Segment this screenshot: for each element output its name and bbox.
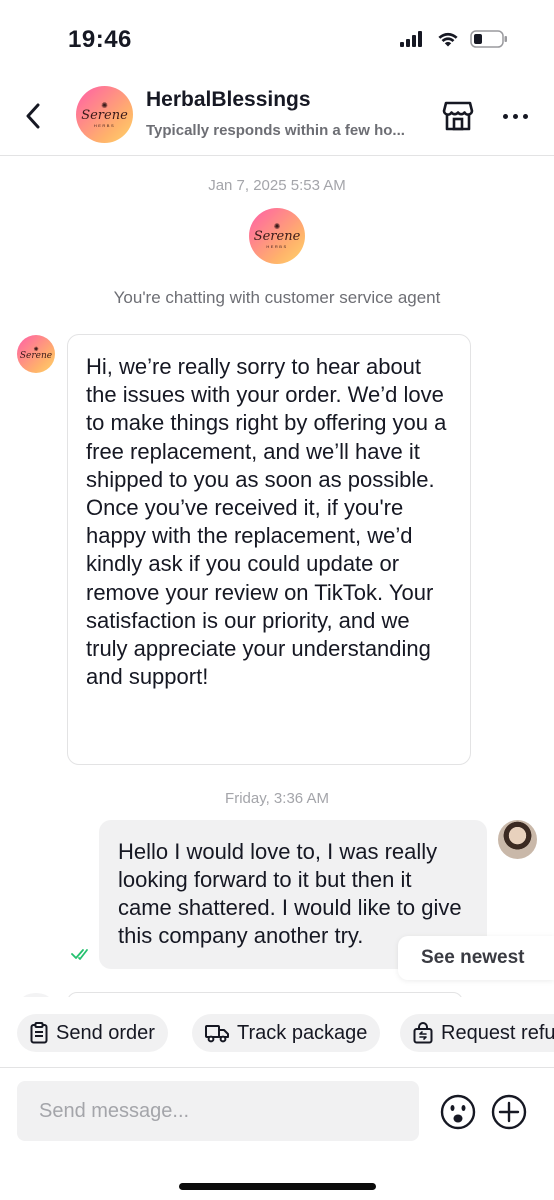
message-input[interactable] [17, 1081, 419, 1141]
logo-text: Serene [19, 351, 53, 361]
more-horizontal-icon [502, 113, 508, 119]
timestamp: Friday, 3:36 AM [225, 790, 329, 807]
add-attachment-button[interactable] [491, 1094, 527, 1130]
chat-header: ✺ Serene HERBS HerbalBlessings Typically… [0, 80, 554, 156]
more-options-button[interactable] [497, 102, 533, 130]
logo-text: Serene [81, 107, 128, 123]
agent-avatar[interactable]: ✺ Serene [17, 335, 55, 373]
status-time: 19:46 [68, 26, 132, 53]
logo-text: Serene [253, 229, 301, 244]
see-newest-button[interactable]: See newest [398, 936, 554, 980]
back-button[interactable] [18, 98, 48, 134]
status-icons [400, 30, 508, 48]
track-package-chip[interactable]: Track package [192, 1014, 381, 1052]
send-order-label: Send order [56, 1021, 155, 1044]
shop-name[interactable]: HerbalBlessings [146, 88, 311, 112]
message-bubble-partial [67, 992, 463, 997]
logo-subtext: HERBS [266, 244, 288, 249]
shop-response-time: Typically responds within a few ho... [146, 122, 405, 139]
request-refund-chip[interactable]: Request refund [400, 1014, 554, 1052]
shop-avatar-center: ✺ Serene HERBS [249, 208, 305, 264]
battery-low-icon [470, 30, 507, 48]
logo-subtext: HERBS [93, 122, 116, 128]
truck-icon [205, 1025, 229, 1043]
emoji-button[interactable] [440, 1094, 476, 1130]
emoji-icon [440, 1094, 476, 1130]
system-note: You're chatting with customer service ag… [113, 288, 441, 307]
wifi-icon [438, 32, 458, 47]
refund-bag-icon [413, 1022, 433, 1044]
agent-message-bubble[interactable]: Hi, we’re really sorry to hear about the… [67, 334, 471, 765]
timestamp: Jan 7, 2025 5:53 AM [208, 177, 346, 194]
chat-thread[interactable]: Jan 7, 2025 5:53 AM ✺ Serene HERBS You'r… [0, 157, 554, 997]
double-check-icon [71, 949, 88, 960]
storefront-icon [442, 101, 474, 131]
plus-circle-icon [491, 1094, 527, 1130]
status-bar: 19:46 [0, 0, 554, 80]
agent-avatar-partial [20, 993, 52, 997]
store-button[interactable] [440, 98, 476, 134]
cellular-signal-icon [400, 31, 422, 47]
message-composer [0, 1067, 554, 1200]
request-refund-label: Request refund [441, 1021, 554, 1044]
clipboard-icon [30, 1022, 48, 1044]
shop-avatar[interactable]: ✺ Serene HERBS [76, 86, 133, 143]
user-avatar[interactable] [498, 820, 537, 859]
chevron-left-icon [26, 103, 40, 129]
track-package-label: Track package [237, 1021, 368, 1044]
quick-actions-bar: Send order Track package Request refund [0, 1014, 554, 1054]
send-order-chip[interactable]: Send order [17, 1014, 168, 1052]
home-indicator [179, 1183, 376, 1190]
